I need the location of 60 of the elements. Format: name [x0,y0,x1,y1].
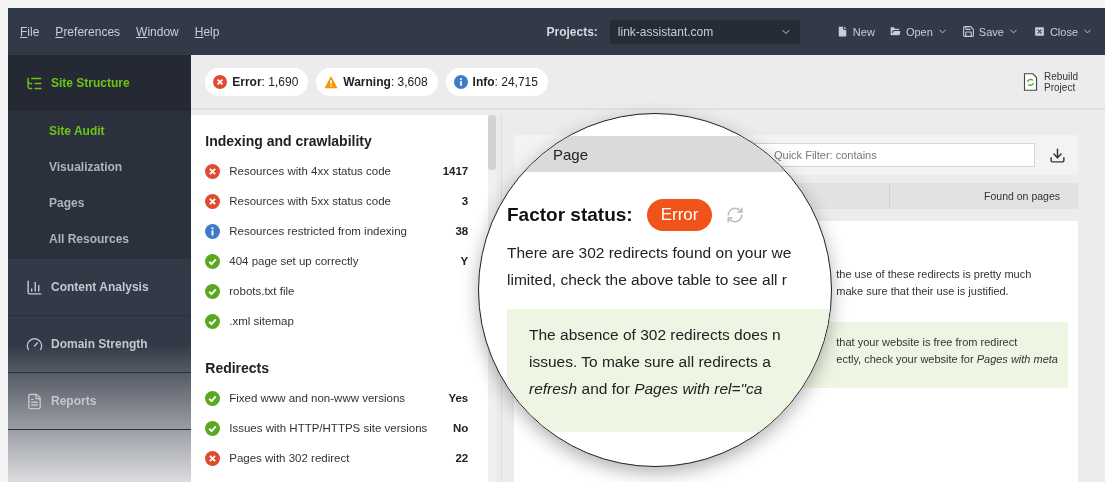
factor-label[interactable]: Resources with 5xx status code [229,195,391,207]
menu-item[interactable]: File [20,24,40,39]
factor-value: 3 [461,195,469,207]
tip-text: ectly, check your website for Pages with meta [836,352,1058,367]
document-icon [26,392,43,410]
factor-status-label: Factor status: [507,204,633,226]
factor-value: 22 [455,452,469,464]
factor-value: 38 [455,225,469,237]
tip-text: refresh and for Pages with rel="ca [529,379,764,399]
description-text: There are 302 redirects found on your we [507,243,793,263]
bar-chart-icon [26,278,43,296]
refresh-icon[interactable] [726,206,745,224]
tip-text: that your website is free from redirect [836,335,1019,350]
sidebar-item[interactable]: Site Audit [8,113,192,149]
factor-label[interactable]: .xml sitemap [229,315,294,327]
folder-icon [888,25,902,38]
description-text: make sure that their use is justified. [836,284,1010,299]
toolbar-button[interactable]: Close [1032,25,1093,38]
factor-value: No [452,422,469,434]
menu-item[interactable]: Preferences [55,24,121,39]
rebuild-project-button[interactable]: Rebuild Project [1023,69,1095,94]
error-icon [213,74,228,89]
tip-text: The absence of 302 redirects does n [529,325,782,345]
menu-item[interactable]: Help [194,24,220,39]
toolbar-button[interactable]: New [835,25,875,38]
status-badge: Error [646,199,713,231]
factor-value: 1417 [442,165,469,177]
summary-badge: Warning: 3,608 [316,67,438,96]
sidebar-section[interactable]: Site Structure [8,55,192,112]
factor-label[interactable]: Fixed www and non-www versions [229,392,406,404]
close-icon [1032,25,1046,38]
gauge-icon [26,335,43,353]
project-dropdown[interactable]: link-assistant.com [609,19,800,44]
warning-icon [324,74,339,89]
projects-label: Projects: [546,24,598,39]
sidebar-item[interactable]: Visualization [8,149,192,185]
section-heading: Redirects [205,359,271,378]
description-text: limited, check the above table to see all r [507,270,788,290]
toolbar-button[interactable]: Open [888,25,948,38]
factor-label[interactable]: 404 page set up correctly [229,255,359,267]
summary-badge: Error: 1,690 [205,67,309,96]
factor-value: Y [460,255,469,267]
sidebar-item[interactable]: All Resources [8,221,192,257]
tip-text: issues. To make sure all redirects a [529,352,772,372]
factor-label[interactable]: Resources with 4xx status code [229,165,391,177]
factor-label[interactable]: Pages with 302 redirect [229,452,350,464]
summary-badge: Info: 24,715 [445,67,548,96]
toolbar-button[interactable]: Save [961,25,1019,38]
menu-item[interactable]: Window [136,24,179,39]
section-heading: Indexing and crawlability [205,132,373,151]
scrollbar-thumb[interactable] [488,115,497,170]
download-icon[interactable] [1049,146,1066,164]
document-icon [835,25,849,38]
factor-label[interactable]: robots.txt file [229,285,295,297]
info-icon [453,74,468,89]
factor-value: Yes [448,392,469,404]
factor-label[interactable]: Resources restricted from indexing [229,225,407,237]
description-text: the use of these redirects is pretty much [836,267,1033,282]
factor-label[interactable]: Issues with HTTP/HTTPS site versions [229,422,428,434]
sidebar-item[interactable]: Pages [8,185,192,221]
